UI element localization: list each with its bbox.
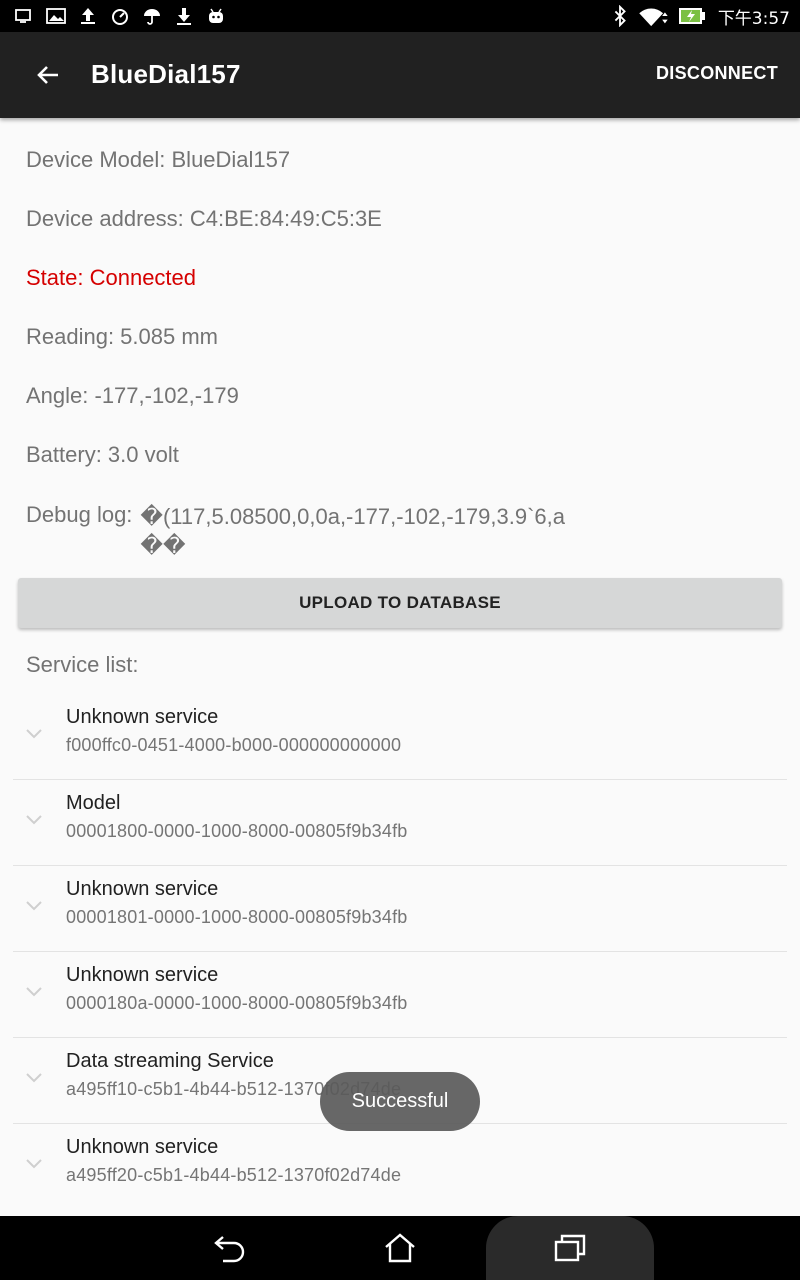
app-bar: BlueDial157 DISCONNECT: [0, 32, 800, 118]
screen-icon: [15, 9, 31, 23]
notification-icons: [14, 4, 226, 28]
android-icon: [209, 8, 223, 23]
system-icons: 下午3:57: [612, 4, 790, 29]
chevron-down-icon: [26, 815, 42, 825]
download-icon: [177, 8, 191, 25]
nav-recent-apps-button[interactable]: [486, 1216, 654, 1280]
toast-message: Successful: [320, 1072, 480, 1131]
upload-to-database-button[interactable]: UPLOAD TO DATABASE: [18, 578, 782, 628]
service-list-item[interactable]: Model 00001800-0000-1000-8000-00805f9b34…: [13, 780, 787, 866]
battery-charging-icon: [678, 8, 705, 24]
debug-log-value: �(117,5.08500,0,0a,-177,-102,-179,3.9`6,…: [140, 504, 565, 558]
chevron-down-icon: [26, 729, 42, 739]
back-icon: [214, 1236, 245, 1263]
service-uuid: a495ff20-c5b1-4b44-b512-1370f02d74de: [66, 1165, 402, 1185]
wifi-icon: [639, 8, 668, 27]
nav-back-button[interactable]: [190, 1216, 270, 1280]
home-icon: [385, 1233, 415, 1263]
umbrella-icon: [144, 9, 160, 25]
device-model-text: Device Model: BlueDial157: [26, 147, 291, 172]
service-name: Unknown service: [66, 878, 219, 900]
clock: 下午3:57: [717, 8, 790, 29]
service-uuid: 00001800-0000-1000-8000-00805f9b34fb: [66, 821, 408, 841]
bluetooth-icon: [614, 5, 626, 27]
recent-apps-icon: [554, 1234, 586, 1262]
nav-home-button[interactable]: [360, 1216, 440, 1280]
chevron-down-icon: [26, 1073, 42, 1083]
battery-text: Battery: 3.0 volt: [26, 442, 179, 467]
service-uuid: f000ffc0-0451-4000-b000-000000000000: [66, 735, 402, 755]
back-button[interactable]: [26, 53, 70, 97]
service-uuid: 00001801-0000-1000-8000-00805f9b34fb: [66, 907, 408, 927]
arrow-left-icon: [37, 66, 58, 84]
image-icon: [46, 8, 66, 24]
upload-icon: [81, 8, 95, 24]
gauge-icon: [112, 9, 128, 25]
service-uuid: 0000180a-0000-1000-8000-00805f9b34fb: [66, 993, 408, 1013]
service-name: Data streaming Service: [66, 1050, 274, 1072]
service-list-item[interactable]: Unknown service 00001801-0000-1000-8000-…: [13, 866, 787, 952]
debug-log-label: Debug log:: [26, 502, 133, 527]
navigation-bar: [0, 1216, 800, 1280]
status-bar: 下午3:57: [0, 0, 800, 32]
chevron-down-icon: [26, 1159, 42, 1169]
debug-log: Debug log: �(117,5.08500,0,0a,-177,-102,…: [26, 502, 600, 560]
angle-text: Angle: -177,-102,-179: [26, 383, 239, 408]
reading-text: Reading: 5.085 mm: [26, 324, 218, 349]
page-title: BlueDial157: [91, 59, 241, 89]
device-address-text: Device address: C4:BE:84:49:C5:3E: [26, 206, 382, 231]
service-name: Model: [66, 792, 121, 814]
service-name: Unknown service: [66, 1136, 219, 1158]
service-list-item[interactable]: Unknown service 0000180a-0000-1000-8000-…: [13, 952, 787, 1038]
chevron-down-icon: [26, 901, 42, 911]
connection-state-text: State: Connected: [26, 265, 197, 290]
chevron-down-icon: [26, 987, 42, 997]
service-name: Unknown service: [66, 964, 219, 986]
service-list-item[interactable]: Unknown service a495ff20-c5b1-4b44-b512-…: [13, 1124, 787, 1210]
service-name: Unknown service: [66, 706, 219, 728]
disconnect-button[interactable]: DISCONNECT: [656, 63, 778, 84]
service-list-label: Service list:: [26, 652, 139, 677]
service-list-item[interactable]: Unknown service f000ffc0-0451-4000-b000-…: [13, 694, 787, 780]
